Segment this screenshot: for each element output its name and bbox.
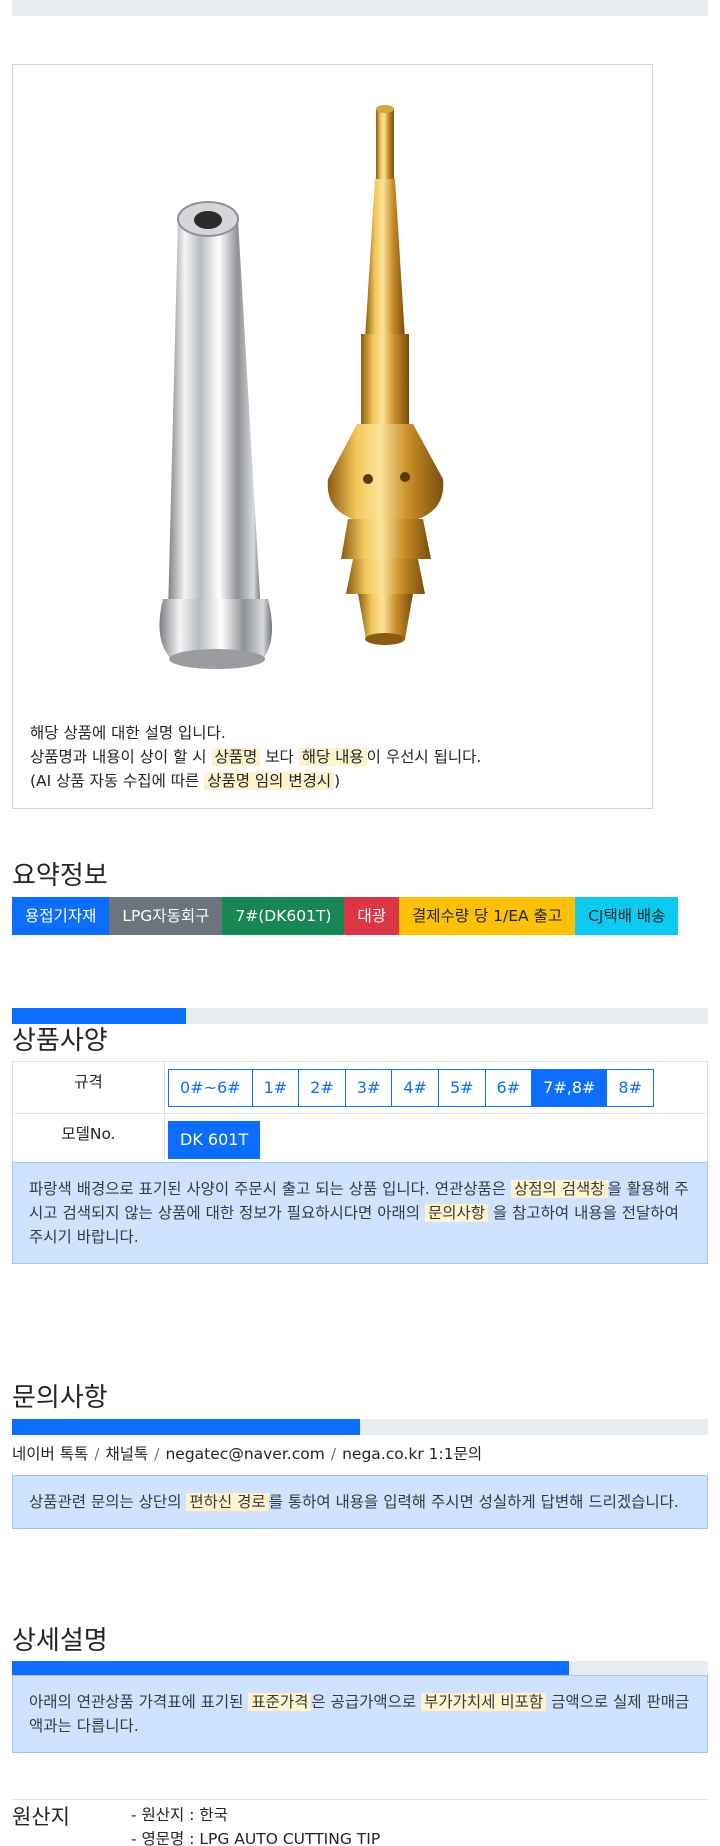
size-option[interactable]: 4# (391, 1069, 439, 1107)
inquiry-progress-fill (12, 1419, 360, 1435)
highlight-product-name: 상품명 (211, 748, 261, 766)
badge-quantity: 결제수량 당 1/EA 출고 (399, 897, 576, 935)
size-option-group: 0#~6# 1# 2# 3# 4# 5# 6# 7#,8# 8# (168, 1069, 654, 1107)
notice-line-2: 상품명과 내용이 상이 할 시 상품명 보다 해당 내용 이 우선시 됩니다. (30, 748, 482, 766)
spec-label-size: 규격 (12, 1061, 165, 1114)
product-photo (113, 79, 573, 719)
badge-product-type: LPG자동회구 (109, 897, 223, 935)
spec-options-model: DK 601T (164, 1113, 708, 1166)
origin-list: - 원산지 : 한국 - 영문명 : LPG AUTO CUTTING TIP (131, 1803, 380, 1846)
size-option-selected[interactable]: 7#,8# (531, 1069, 608, 1107)
highlight-search: 상점의 검색창 (511, 1180, 608, 1198)
highlight-name-change: 상품명 임의 변경시 (204, 772, 335, 790)
product-notice-text: 해당 상품에 대한 설명 입니다. 상품명과 내용이 상이 할 시 상품명 보다… (30, 721, 630, 793)
summary-badges: 용접기자재 LPG자동회구 7#(DK601T) 대광 결제수량 당 1/EA … (12, 897, 679, 935)
spec-table: 규격 0#~6# 1# 2# 3# 4# 5# 6# 7#,8# 8# 모델No… (12, 1061, 708, 1166)
channel-naver-talk[interactable]: 네이버 톡톡 (12, 1445, 88, 1463)
size-option[interactable]: 3# (344, 1069, 393, 1107)
inquiry-notice: 상품관련 문의는 상단의 편하신 경로 를 통하여 내용을 입력해 주시면 성실하… (12, 1475, 708, 1529)
channel-email[interactable]: negatec@naver.com (165, 1445, 324, 1463)
top-progress-bar (12, 0, 708, 16)
detail-notice: 아래의 연관상품 가격표에 표기된 표준가격 은 공급가액으로 부가가치세 비포함… (12, 1675, 708, 1753)
notice-line-3: (AI 상품 자동 수집에 따른 상품명 임의 변경시) (30, 772, 341, 790)
size-option[interactable]: 0#~6# (168, 1069, 253, 1107)
channel-channeltalk[interactable]: 채널톡 (105, 1445, 148, 1463)
size-option[interactable]: 6# (484, 1069, 533, 1107)
model-option-group: DK 601T (168, 1121, 261, 1159)
size-option[interactable]: 2# (298, 1069, 346, 1107)
size-option[interactable]: 1# (251, 1069, 300, 1107)
notice-line-1: 해당 상품에 대한 설명 입니다. (30, 724, 226, 742)
origin-country: - 원산지 : 한국 (131, 1806, 228, 1824)
inquiry-heading: 문의사항 (12, 1383, 108, 1413)
channel-website-inquiry[interactable]: nega.co.kr 1:1문의 (342, 1445, 482, 1463)
spec-progress-bar (12, 1008, 708, 1024)
product-image-card: 해당 상품에 대한 설명 입니다. 상품명과 내용이 상이 할 시 상품명 보다… (12, 64, 653, 809)
inquiry-progress-bar (12, 1419, 708, 1435)
spec-notice: 파랑색 배경으로 표기된 사양이 주문시 출고 되는 상품 입니다. 연관상품은… (12, 1162, 708, 1264)
badge-category: 용접기자재 (12, 897, 110, 935)
size-option[interactable]: 5# (437, 1069, 486, 1107)
origin-english-name: - 영문명 : LPG AUTO CUTTING TIP (131, 1830, 381, 1846)
model-option-selected[interactable]: DK 601T (168, 1121, 261, 1159)
spec-heading: 상품사양 (12, 1026, 108, 1056)
highlight-content: 해당 내용 (298, 748, 367, 766)
origin-divider (12, 1799, 708, 1800)
badge-model: 7#(DK601T) (222, 897, 345, 935)
badge-shipping: CJ택배 배송 (575, 897, 679, 935)
highlight-vat-excluded: 부가가치세 비포함 (421, 1693, 547, 1711)
badge-brand: 대광 (344, 897, 399, 935)
summary-heading: 요약정보 (12, 861, 108, 891)
size-option[interactable]: 8# (606, 1069, 654, 1107)
detail-heading: 상세설명 (12, 1626, 108, 1656)
spec-row-model: 모델No. DK 601T (12, 1113, 708, 1166)
spec-label-model: 모델No. (12, 1113, 165, 1166)
spec-row-size: 규격 0#~6# 1# 2# 3# 4# 5# 6# 7#,8# 8# (12, 1061, 708, 1114)
highlight-route: 편하신 경로 (186, 1493, 269, 1511)
origin-heading: 원산지 (12, 1805, 70, 1829)
spec-options-size: 0#~6# 1# 2# 3# 4# 5# 6# 7#,8# 8# (164, 1061, 708, 1114)
highlight-standard-price: 표준가격 (248, 1693, 312, 1711)
highlight-inquiry: 문의사항 (424, 1204, 488, 1222)
contact-channels: 네이버 톡톡 / 채널톡 / negatec@naver.com / nega.co.kr … (12, 1445, 483, 1463)
